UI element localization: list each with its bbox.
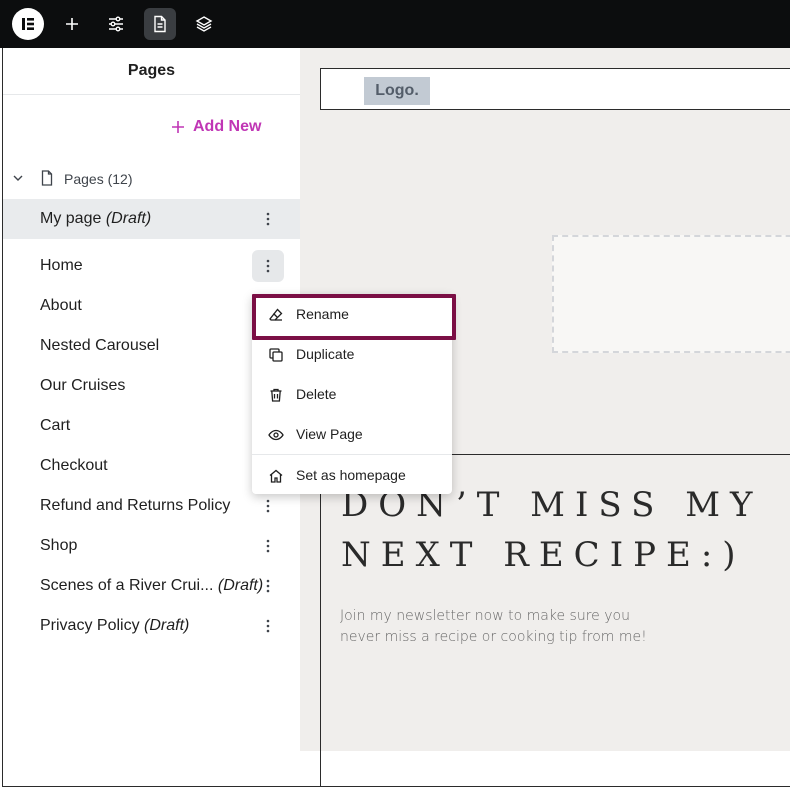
view-page-label: View Page — [296, 426, 363, 442]
headline-line-2: NEXT RECIPE:) — [341, 535, 746, 575]
page-title-text: About — [40, 297, 82, 314]
page-name: Cart — [40, 417, 70, 435]
top-toolbar — [0, 0, 790, 48]
menu-item-duplicate[interactable]: Duplicate — [252, 334, 452, 374]
page-name: Checkout — [40, 457, 108, 475]
add-new-label: Add New — [193, 118, 262, 135]
site-logo[interactable]: Logo. — [364, 77, 430, 105]
rename-label: Rename — [296, 306, 349, 322]
page-title-text: Checkout — [40, 457, 108, 474]
page-name: My page (Draft) — [40, 210, 151, 228]
page-name: Privacy Policy (Draft) — [40, 617, 189, 635]
menu-item-delete[interactable]: Delete — [252, 374, 452, 414]
page-list-item[interactable]: My page (Draft) — [3, 199, 300, 239]
page-name: Scenes of a River Crui... (Draft) — [40, 577, 263, 595]
page-list-item[interactable]: Shop — [3, 526, 300, 566]
menu-item-rename[interactable]: Rename — [252, 294, 452, 334]
page-title-text: Refund and Returns Policy — [40, 497, 231, 514]
add-new-button[interactable]: Add New — [171, 116, 261, 138]
more-options-icon[interactable] — [252, 610, 284, 642]
page-name: Nested Carousel — [40, 337, 159, 355]
page-title-text: Cart — [40, 417, 71, 434]
page-list-item[interactable]: Scenes of a River Crui... (Draft) — [3, 566, 300, 606]
page-name: Our Cruises — [40, 377, 125, 395]
panel-title: Pages — [3, 48, 300, 95]
menu-item-set-homepage[interactable]: Set as homepage — [252, 455, 452, 495]
page-title-text: Privacy Policy — [40, 617, 140, 634]
page-list-item[interactable]: Home — [3, 246, 300, 286]
page-name: Refund and Returns Policy — [40, 497, 230, 515]
eraser-icon — [269, 308, 283, 321]
page-title-text: Nested Carousel — [40, 337, 160, 354]
duplicate-label: Duplicate — [296, 346, 355, 362]
trash-icon — [270, 388, 282, 402]
page-name: Shop — [40, 537, 77, 555]
page-icon[interactable] — [144, 8, 176, 40]
plus-icon — [172, 121, 184, 133]
delete-label: Delete — [296, 386, 337, 402]
more-options-icon[interactable] — [252, 530, 284, 562]
section-border-stub — [320, 751, 321, 787]
eye-icon — [268, 429, 284, 441]
page-icon — [41, 170, 53, 186]
page-name: Home — [40, 257, 83, 275]
page-title-text: Our Cruises — [40, 377, 126, 394]
menu-item-view-page[interactable]: View Page — [252, 414, 452, 454]
frame-border — [2, 786, 790, 787]
layers-icon[interactable] — [188, 8, 220, 40]
header-section[interactable]: Logo. — [320, 68, 790, 110]
page-name: About — [40, 297, 82, 315]
plus-icon[interactable] — [56, 8, 88, 40]
page-title-text: My page — [40, 210, 102, 227]
canvas-footer-space — [300, 751, 790, 786]
draft-badge: (Draft) — [144, 617, 190, 634]
pages-tree-toggle[interactable]: Pages (12) — [3, 166, 300, 192]
newsletter-headline[interactable]: DON’T MISS MY NEXT RECIPE:) — [341, 480, 790, 580]
more-options-icon[interactable] — [252, 203, 284, 235]
page-title-text: Home — [40, 257, 83, 274]
sliders-icon[interactable] — [100, 8, 132, 40]
more-options-icon[interactable] — [252, 570, 284, 602]
empty-widget-placeholder[interactable] — [552, 235, 790, 353]
draft-badge: (Draft) — [105, 210, 152, 227]
page-list-item[interactable]: Privacy Policy (Draft) — [3, 606, 300, 646]
newsletter-subcopy[interactable]: Join my newsletter now to make sure you … — [340, 606, 670, 648]
page-title-text: Shop — [40, 537, 78, 554]
pages-tree-label: Pages (12) — [64, 171, 133, 187]
frame-border — [2, 48, 3, 786]
section-border — [320, 454, 321, 751]
copy-icon — [269, 348, 283, 362]
page-context-menu: Rename Duplicate Delete View Page Set as… — [252, 294, 452, 494]
home-icon — [269, 469, 283, 483]
more-options-icon[interactable] — [252, 250, 284, 282]
elementor-logo-icon[interactable] — [12, 8, 44, 40]
chevron-down-icon[interactable] — [12, 172, 24, 184]
set-homepage-label: Set as homepage — [296, 467, 406, 483]
page-title-text: Scenes of a River Crui... — [40, 577, 214, 594]
